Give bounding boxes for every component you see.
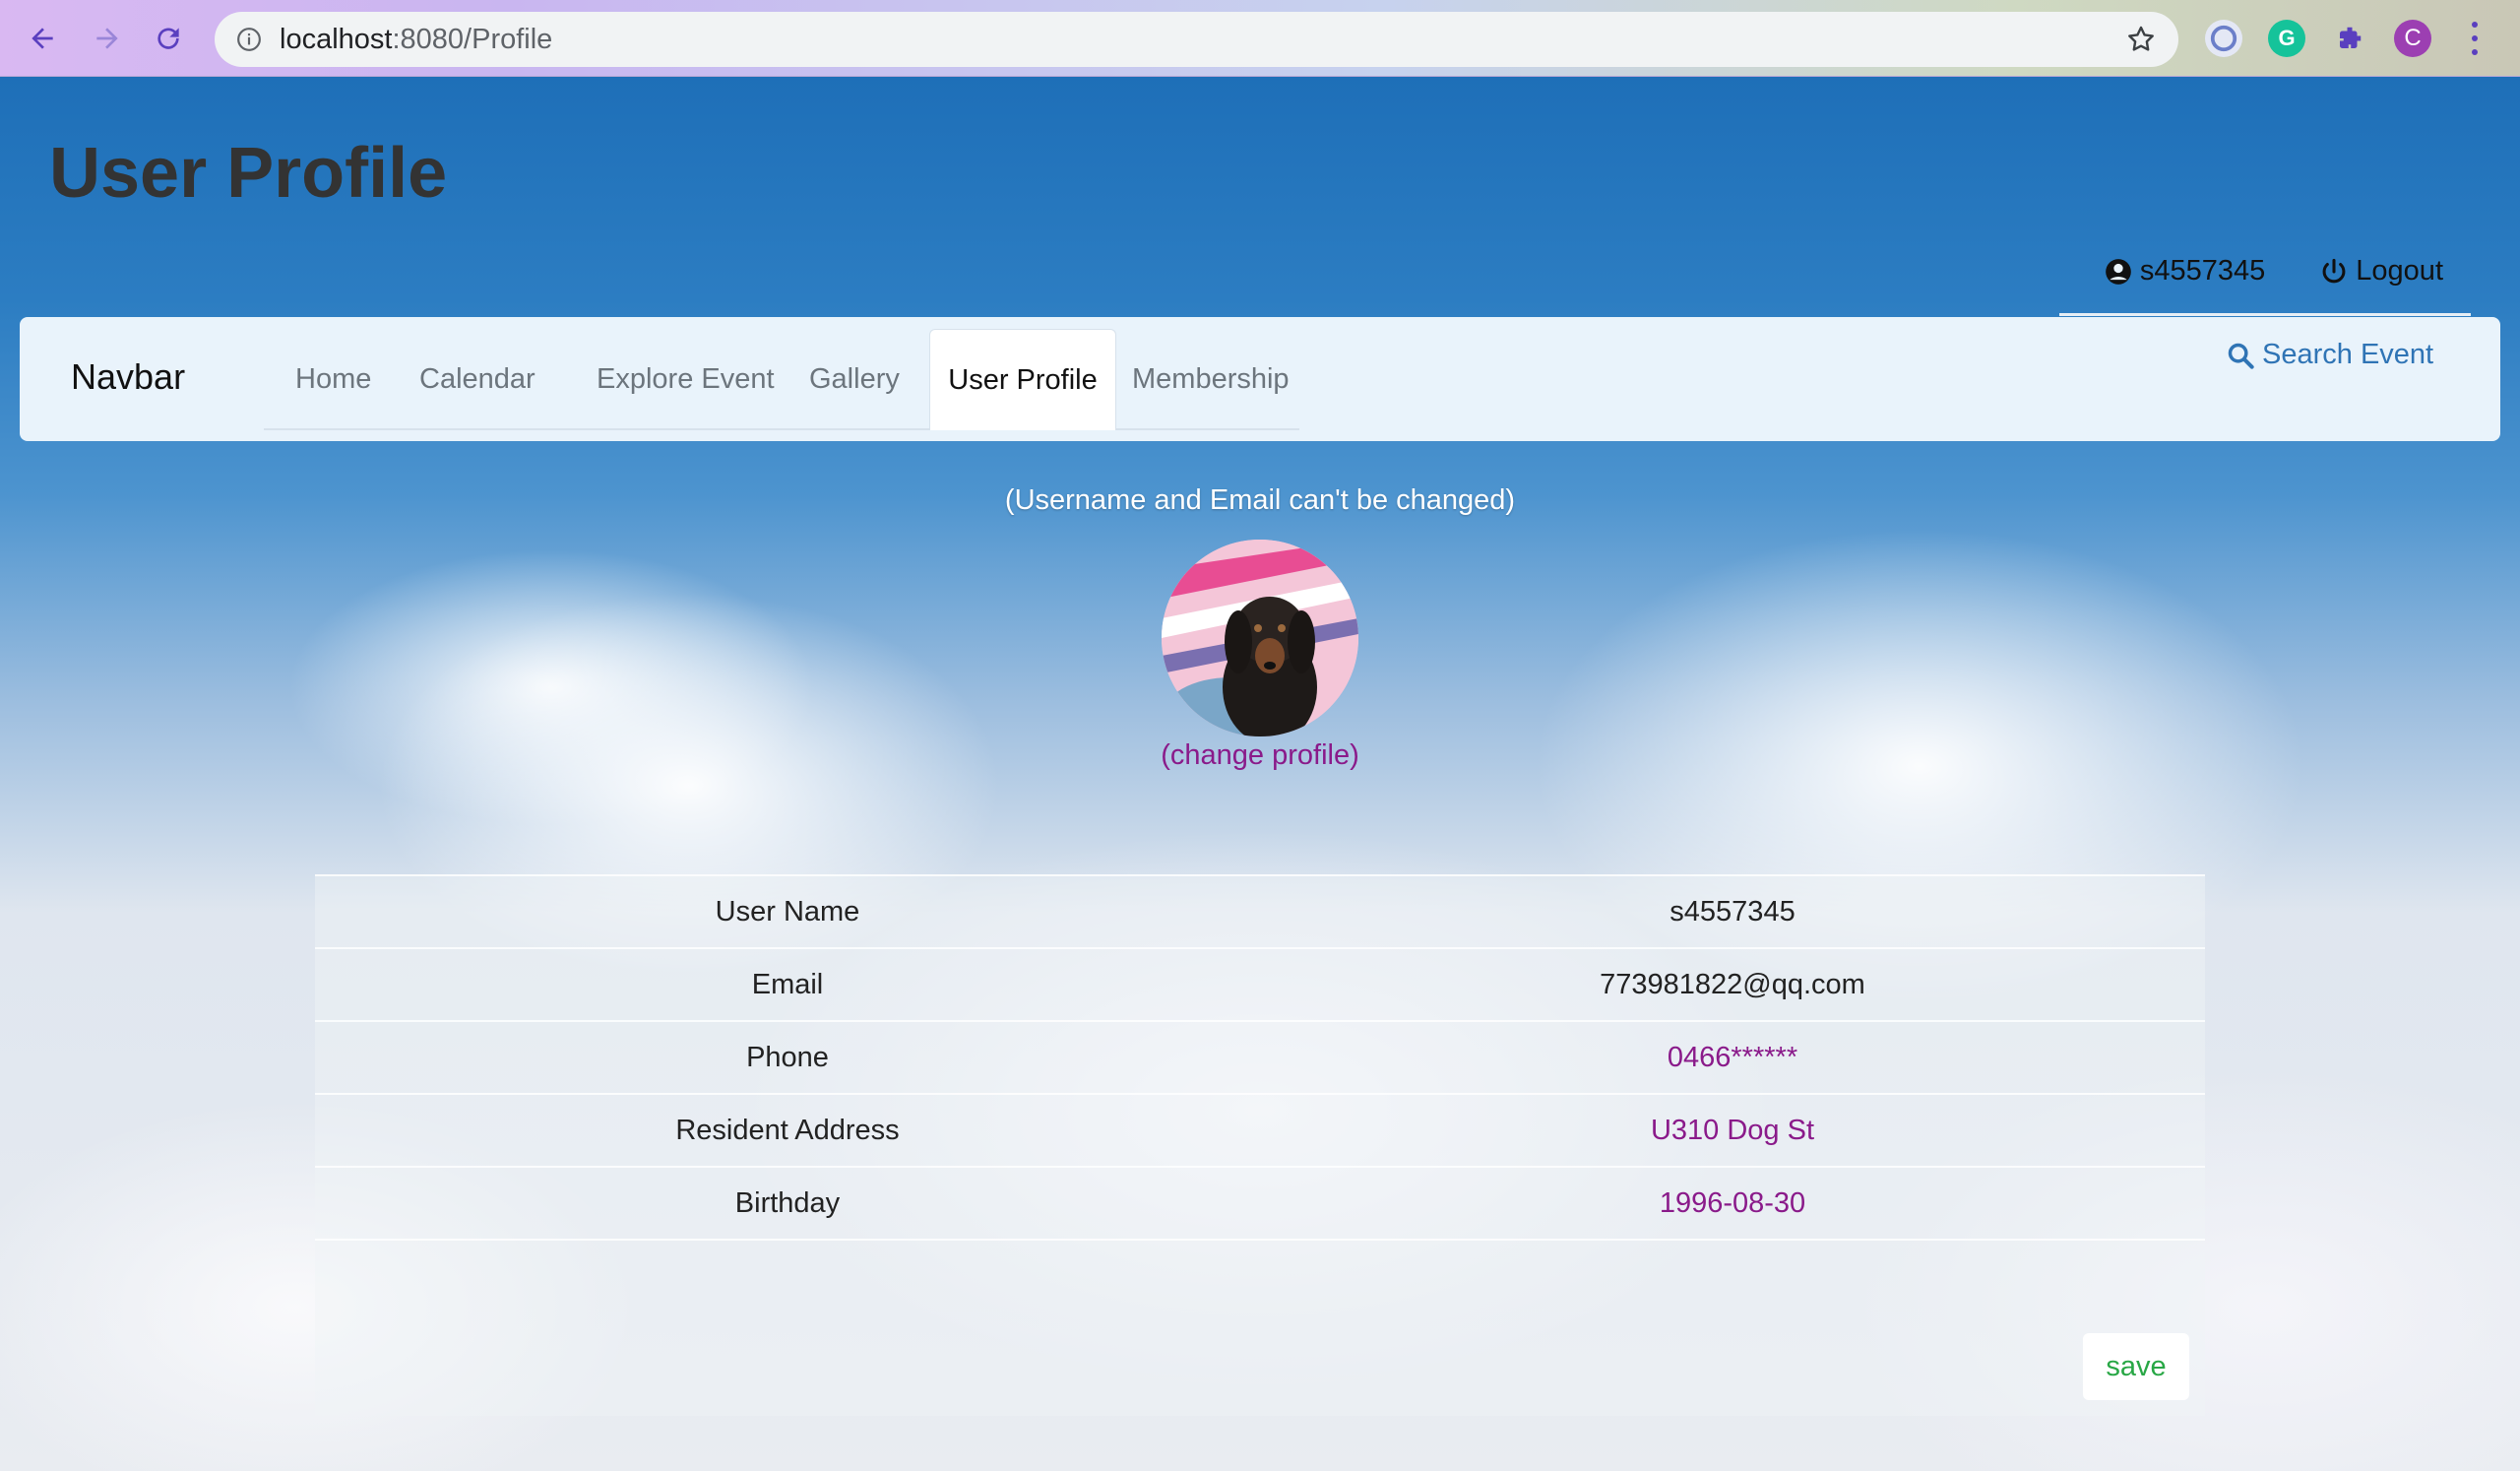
birthday-value[interactable]: 1996-08-30 [1260,1166,2205,1241]
tab-calendar[interactable]: Calendar [419,329,536,430]
page-title: User Profile [49,134,448,213]
tab-home[interactable]: Home [295,329,371,430]
extensions-puzzle-icon[interactable] [2331,20,2368,57]
row-label: Phone [315,1020,1260,1094]
dog-photo-icon [1162,540,1358,736]
table-row: Birthday 1996-08-30 [315,1166,2205,1241]
grammarly-icon[interactable]: G [2268,20,2305,57]
profile-table-panel: User Name s4557345 Email 773981822@qq.co… [315,874,2205,1416]
user-circle-icon [2106,258,2131,285]
browser-toolbar: localhost:8080/Profile G C [0,0,2520,77]
nav-tabs: Home Calendar Explore Event Gallery User… [264,329,1299,430]
menu-kebab-icon[interactable] [2467,22,2483,55]
tab-gallery[interactable]: Gallery [809,329,900,430]
info-icon[interactable] [234,25,264,54]
url-text: localhost:8080/Profile [280,23,553,55]
address-bar[interactable]: localhost:8080/Profile [215,12,2178,67]
table-row: Email 773981822@qq.com [315,947,2205,1021]
user-links: s4557345 Logout [2059,229,2471,316]
profile-avatar-icon[interactable]: C [2394,20,2431,57]
table-row: User Name s4557345 [315,874,2205,948]
tab-user-profile[interactable]: User Profile [929,329,1116,430]
table-row: Resident Address U310 Dog St [315,1093,2205,1167]
row-label: User Name [315,874,1260,948]
back-icon[interactable] [22,18,63,59]
search-event-label: Search Event [2262,339,2434,370]
tab-explore-event[interactable]: Explore Event [597,329,775,430]
logout-label: Logout [2356,255,2443,287]
username-label: s4557345 [2139,255,2266,287]
tab-membership[interactable]: Membership [1132,329,1290,430]
forward-icon[interactable] [87,18,128,59]
phone-value[interactable]: 0466****** [1260,1020,2205,1094]
row-label: Email [315,947,1260,1021]
row-value: s4557345 [1260,874,2205,948]
row-label: Birthday [315,1166,1260,1241]
logout-link[interactable]: Logout [2320,255,2443,288]
page-background: User Profile s4557345 Logout Navbar Home… [0,77,2520,1471]
username-link[interactable]: s4557345 [2105,255,2265,288]
extension-icon[interactable] [2205,20,2242,57]
bookmark-star-icon[interactable] [2125,24,2157,55]
edit-notice: (Username and Email can't be changed) [1004,484,1516,516]
table-row: Phone 0466****** [315,1020,2205,1094]
row-label: Resident Address [315,1093,1260,1167]
navbar: Navbar Home Calendar Explore Event Galle… [20,317,2500,441]
change-profile-link[interactable]: (change profile) [0,739,2520,772]
row-value: 773981822@qq.com [1260,947,2205,1021]
power-icon [2322,258,2346,283]
profile-table: User Name s4557345 Email 773981822@qq.co… [315,874,2205,1241]
navbar-brand[interactable]: Navbar [71,356,185,398]
search-icon [2228,343,2254,369]
save-button[interactable]: save [2083,1333,2189,1400]
search-event-link[interactable]: Search Event [2227,339,2433,371]
reload-icon[interactable] [148,18,189,59]
address-value[interactable]: U310 Dog St [1260,1093,2205,1167]
profile-avatar[interactable] [1162,540,1358,736]
